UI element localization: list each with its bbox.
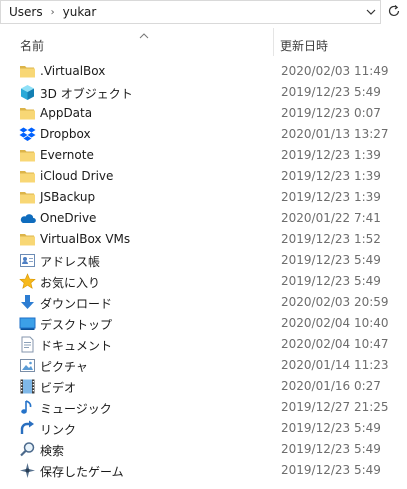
item-name: リンク (40, 423, 77, 437)
item-date-modified: 2020/02/04 10:40 (281, 316, 389, 330)
file-explorer-window: Users › yukar 名前 更新日時 .VirtualBox 2020/0… (0, 0, 407, 489)
item-name: デスクトップ (40, 318, 113, 332)
folder-icon (19, 168, 36, 185)
refresh-icon (387, 3, 401, 22)
list-item[interactable]: VirtualBox VMs 2019/12/23 1:52 (0, 229, 407, 250)
dropbox-icon (19, 126, 36, 143)
list-item[interactable]: Evernote 2019/12/23 1:39 (0, 145, 407, 166)
pictures-icon (19, 357, 36, 374)
item-name: JSBackup (40, 190, 96, 204)
saved-games-icon (19, 462, 36, 479)
item-name: AppData (40, 106, 93, 120)
breadcrumb-yukar[interactable]: yukar (63, 5, 97, 19)
videos-icon (19, 378, 36, 395)
list-item[interactable]: iCloud Drive 2019/12/23 1:39 (0, 166, 407, 187)
list-item[interactable]: JSBackup 2019/12/23 1:39 (0, 187, 407, 208)
item-name: ダウンロード (40, 297, 113, 311)
item-date-modified: 2020/01/22 7:41 (281, 211, 381, 225)
item-name: 保存したゲーム (40, 465, 124, 479)
list-item[interactable]: OneDrive 2020/01/22 7:41 (0, 208, 407, 229)
list-item[interactable]: AppData 2019/12/23 0:07 (0, 103, 407, 124)
list-item[interactable]: ピクチャ 2020/01/14 11:23 (0, 355, 407, 376)
item-name: Evernote (40, 148, 94, 162)
item-date-modified: 2020/02/04 10:47 (281, 337, 389, 351)
downloads-icon (19, 294, 36, 311)
item-name: Dropbox (40, 127, 91, 141)
item-date-modified: 2019/12/23 5:49 (281, 85, 381, 99)
list-item[interactable]: Dropbox 2020/01/13 13:27 (0, 124, 407, 145)
item-date-modified: 2019/12/27 21:25 (281, 400, 389, 414)
item-date-modified: 2019/12/23 1:39 (281, 190, 381, 204)
list-item[interactable]: デスクトップ 2020/02/04 10:40 (0, 313, 407, 334)
favorites-star-icon (19, 273, 36, 290)
contacts-icon (19, 252, 36, 269)
folder-icon (19, 189, 36, 206)
list-item[interactable]: リンク 2019/12/23 5:49 (0, 418, 407, 439)
item-name: お気に入り (40, 276, 101, 290)
column-divider[interactable] (273, 28, 274, 56)
item-date-modified: 2019/12/23 5:49 (281, 463, 381, 477)
item-name: 検索 (40, 444, 65, 458)
list-item[interactable]: 保存したゲーム 2019/12/23 5:49 (0, 460, 407, 481)
item-name: ビデオ (40, 381, 77, 395)
documents-icon (19, 336, 36, 353)
searches-icon (19, 441, 36, 458)
column-header-name[interactable]: 名前 (20, 37, 44, 54)
item-name: ドキュメント (40, 339, 113, 353)
music-icon (19, 399, 36, 416)
list-item[interactable]: .VirtualBox 2020/02/03 11:49 (0, 61, 407, 82)
desktop-icon (19, 315, 36, 332)
list-item[interactable]: ダウンロード 2020/02/03 20:59 (0, 292, 407, 313)
item-name: ピクチャ (40, 360, 88, 374)
item-name: 3D オブジェクト (40, 87, 133, 101)
breadcrumb-separator[interactable]: › (43, 7, 63, 18)
list-item[interactable]: ビデオ 2020/01/16 0:27 (0, 376, 407, 397)
address-bar[interactable]: Users › yukar (0, 0, 381, 24)
sort-ascending-icon (139, 28, 149, 39)
column-header: 名前 更新日時 (0, 28, 407, 58)
item-date-modified: 2019/12/23 0:07 (281, 106, 381, 120)
list-item[interactable]: 3D オブジェクト 2019/12/23 5:49 (0, 82, 407, 103)
item-name: VirtualBox VMs (40, 232, 131, 246)
list-item[interactable]: ミュージック 2019/12/27 21:25 (0, 397, 407, 418)
item-date-modified: 2020/02/03 20:59 (281, 295, 389, 309)
list-item[interactable]: アドレス帳 2019/12/23 5:49 (0, 250, 407, 271)
list-item[interactable]: ドキュメント 2020/02/04 10:47 (0, 334, 407, 355)
list-item[interactable]: 検索 2019/12/23 5:49 (0, 439, 407, 460)
links-icon (19, 420, 36, 437)
folder-icon (19, 63, 36, 80)
item-name: ミュージック (40, 402, 112, 416)
item-name: .VirtualBox (40, 64, 106, 78)
breadcrumb-users[interactable]: Users (1, 5, 43, 19)
item-date-modified: 2019/12/23 5:49 (281, 253, 381, 267)
item-date-modified: 2019/12/23 5:49 (281, 442, 381, 456)
item-date-modified: 2019/12/23 1:52 (281, 232, 381, 246)
item-date-modified: 2019/12/23 1:39 (281, 148, 381, 162)
folder-icon (19, 105, 36, 122)
refresh-button[interactable] (383, 2, 405, 22)
item-date-modified: 2020/01/16 0:27 (281, 379, 381, 393)
item-date-modified: 2019/12/23 1:39 (281, 169, 381, 183)
item-date-modified: 2020/02/03 11:49 (281, 64, 389, 78)
folder-icon (19, 231, 36, 248)
item-date-modified: 2019/12/23 5:49 (281, 274, 381, 288)
file-list: .VirtualBox 2020/02/03 11:49 3D オブジェクト 2… (0, 61, 407, 481)
3d-objects-icon (19, 84, 36, 101)
item-name: OneDrive (40, 211, 97, 225)
list-item[interactable]: お気に入り 2019/12/23 5:49 (0, 271, 407, 292)
item-date-modified: 2020/01/13 13:27 (281, 127, 389, 141)
column-header-date-modified[interactable]: 更新日時 (280, 37, 328, 54)
item-date-modified: 2020/01/14 11:23 (281, 358, 389, 372)
folder-icon (19, 147, 36, 164)
item-name: アドレス帳 (40, 255, 101, 269)
item-name: iCloud Drive (40, 169, 114, 183)
onedrive-icon (19, 210, 36, 227)
chevron-down-icon[interactable] (364, 5, 378, 19)
item-date-modified: 2019/12/23 5:49 (281, 421, 381, 435)
